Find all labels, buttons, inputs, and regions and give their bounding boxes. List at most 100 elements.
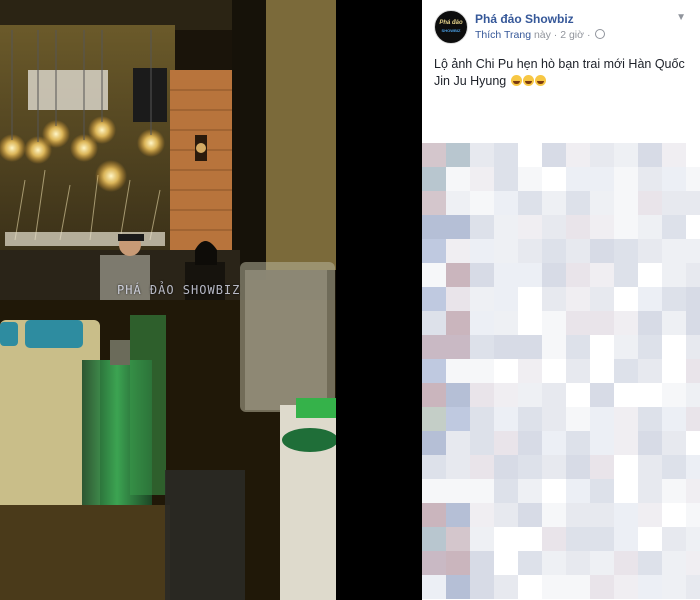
- pixel-block: [638, 215, 662, 239]
- pixel-block: [662, 263, 686, 287]
- pixel-block: [446, 239, 470, 263]
- globe-icon: [595, 29, 606, 39]
- pixel-block: [566, 527, 590, 551]
- post-text: Lộ ảnh Chi Pu hẹn hò bạn trai mới Hàn Qu…: [434, 56, 686, 90]
- pixel-block: [422, 215, 446, 239]
- pixel-block: [446, 575, 470, 599]
- pixel-block: [470, 527, 494, 551]
- pixel-block: [494, 503, 518, 527]
- pixel-block: [470, 167, 494, 191]
- pixel-block: [446, 143, 470, 167]
- pixel-block: [590, 167, 614, 191]
- pixel-block: [662, 359, 686, 383]
- pixel-block: [542, 263, 566, 287]
- pixel-block: [446, 527, 470, 551]
- chevron-down-icon[interactable]: ▼: [676, 12, 686, 23]
- pixel-block: [494, 191, 518, 215]
- pixel-block: [638, 431, 662, 455]
- pixel-block: [662, 335, 686, 359]
- pixel-block: [686, 239, 700, 263]
- pixel-block: [542, 479, 566, 503]
- pixel-block: [638, 527, 662, 551]
- pixel-block: [542, 575, 566, 599]
- pixel-block: [614, 143, 638, 167]
- pixel-block: [614, 287, 638, 311]
- page-avatar[interactable]: Phá đảo SHOWBIZ: [434, 10, 468, 44]
- pixel-block: [446, 503, 470, 527]
- pixel-block: [542, 311, 566, 335]
- pixel-block: [470, 359, 494, 383]
- pixel-block: [446, 311, 470, 335]
- pixel-block: [566, 455, 590, 479]
- pixel-block: [422, 575, 446, 599]
- pixel-block: [614, 431, 638, 455]
- pixel-block: [542, 143, 566, 167]
- pixel-block: [470, 383, 494, 407]
- pixel-block: [686, 431, 700, 455]
- pixel-block: [422, 503, 446, 527]
- pixel-block: [638, 359, 662, 383]
- pixel-block: [638, 407, 662, 431]
- pixel-block: [446, 167, 470, 191]
- pixel-block: [590, 407, 614, 431]
- pixel-block: [422, 335, 446, 359]
- pixel-block: [590, 455, 614, 479]
- pixel-block: [566, 383, 590, 407]
- pixel-block: [470, 503, 494, 527]
- page-name-link[interactable]: Phá đảo Showbiz: [475, 12, 574, 26]
- pixel-block: [446, 263, 470, 287]
- pixel-block: [566, 143, 590, 167]
- like-page-link[interactable]: Thích Trang: [475, 29, 531, 41]
- pixel-block: [566, 311, 590, 335]
- pixel-block: [542, 407, 566, 431]
- pixel-block: [566, 335, 590, 359]
- pixel-block: [662, 527, 686, 551]
- pixel-block: [422, 383, 446, 407]
- pixel-block: [446, 335, 470, 359]
- pixel-block: [590, 383, 614, 407]
- pixel-block: [638, 383, 662, 407]
- pixel-block: [422, 287, 446, 311]
- pixel-block: [542, 287, 566, 311]
- pixel-block: [566, 503, 590, 527]
- pixel-block: [518, 143, 542, 167]
- pixel-block: [566, 551, 590, 575]
- pixel-block: [518, 263, 542, 287]
- pixel-block: [566, 431, 590, 455]
- pixel-block: [518, 335, 542, 359]
- pixel-block: [422, 455, 446, 479]
- pixel-block: [470, 311, 494, 335]
- pixel-block: [614, 551, 638, 575]
- pixel-block: [614, 455, 638, 479]
- pixel-block: [446, 407, 470, 431]
- pixel-block: [686, 311, 700, 335]
- pixel-block: [542, 431, 566, 455]
- pixel-block: [542, 551, 566, 575]
- pixel-block: [686, 407, 700, 431]
- pixel-block: [614, 383, 638, 407]
- pixel-block: [518, 575, 542, 599]
- pixel-block: [566, 215, 590, 239]
- pixel-block: [470, 287, 494, 311]
- pixel-block: [590, 431, 614, 455]
- pixel-block: [446, 215, 470, 239]
- pixel-block: [662, 503, 686, 527]
- pixel-block: [614, 503, 638, 527]
- pixel-block: [614, 479, 638, 503]
- pixel-block: [422, 263, 446, 287]
- pixel-block: [470, 407, 494, 431]
- avatar-logo-subtext: SHOWBIZ: [441, 28, 461, 33]
- pixel-block: [662, 239, 686, 263]
- pixel-block: [566, 287, 590, 311]
- pixel-block: [686, 167, 700, 191]
- post-photo[interactable]: PHÁ ĐẢO SHOWBIZ: [0, 0, 336, 600]
- pixel-block: [542, 455, 566, 479]
- pixel-block: [446, 359, 470, 383]
- pixel-block: [422, 311, 446, 335]
- pixel-block: [518, 359, 542, 383]
- pixel-block: [422, 431, 446, 455]
- pixel-block: [590, 215, 614, 239]
- pixel-block: [614, 167, 638, 191]
- post-time[interactable]: này · 2 giờ ·: [534, 29, 591, 41]
- pixel-block: [518, 191, 542, 215]
